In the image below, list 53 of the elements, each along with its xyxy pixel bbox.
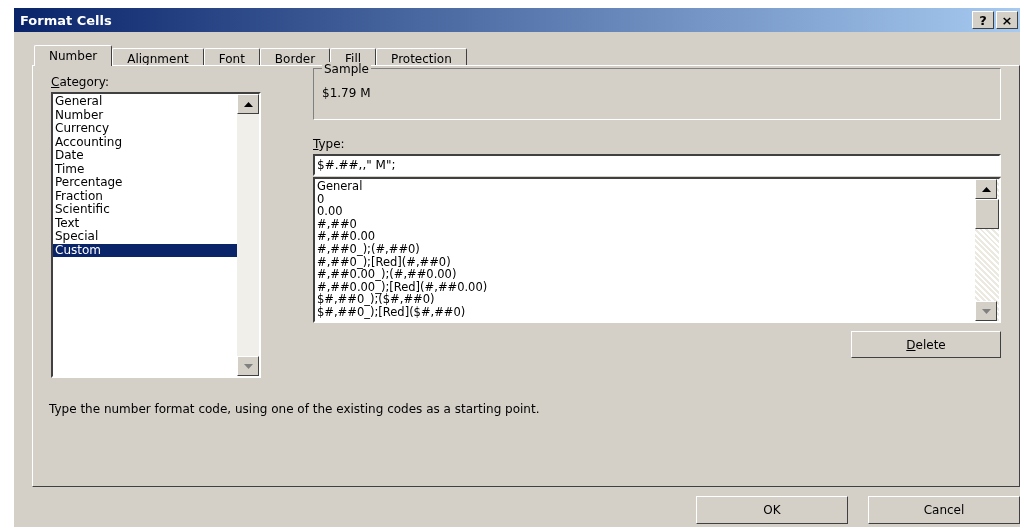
format-item[interactable]: #,##0.00 [315, 230, 975, 243]
tab[interactable]: Font [203, 48, 260, 65]
scroll-thumb[interactable] [975, 199, 999, 229]
close-button[interactable]: × [996, 11, 1018, 29]
scrollbar[interactable] [975, 179, 999, 321]
category-list[interactable]: General Number Currency Accounting Date Time Percentage Fraction Scientific Text Special Custom [51, 92, 261, 378]
tab[interactable]: Border [259, 48, 331, 65]
cancel-button[interactable]: Cancel [868, 496, 1020, 524]
type-input[interactable]: $#.##,," M"; [313, 154, 1001, 176]
format-item[interactable]: General [315, 180, 975, 193]
scrollbar[interactable] [237, 94, 259, 376]
type-label: Type: [313, 136, 345, 152]
scroll-down-button[interactable] [237, 356, 259, 376]
category-item[interactable]: Custom [53, 243, 237, 257]
format-list[interactable]: General 0 0.00 #,##0 #,##0.00 #,##0_);(#,##0) #,##0_);[Red](#,##0) #,##0.00_);(#,##0.00) #,##0.00_);[Red](#,##0.00) $#,##0_);($#,##0) $#,##0_);[Red]($#,##0) [313, 177, 1001, 323]
scroll-up-button[interactable] [237, 94, 259, 114]
scroll-up-button[interactable] [975, 179, 997, 199]
category-item[interactable]: Fraction [53, 189, 237, 203]
category-item[interactable]: Date [53, 149, 237, 163]
format-item[interactable]: 0 [315, 192, 975, 206]
window-title: Format Cells [20, 12, 113, 28]
up-arrow-icon [981, 186, 991, 192]
category-item[interactable]: Scientific [53, 203, 237, 217]
scroll-down-button[interactable] [975, 301, 997, 321]
down-arrow-icon [981, 308, 991, 314]
up-arrow-icon [243, 101, 253, 107]
category-item[interactable]: Number [53, 108, 237, 122]
category-item[interactable]: Time [53, 162, 237, 176]
category-label: Category: [51, 74, 109, 90]
category-item[interactable]: Special [53, 230, 237, 244]
ok-button[interactable]: OK [696, 496, 848, 524]
category-item[interactable]: Text [53, 216, 237, 230]
category-item[interactable]: Percentage [53, 176, 237, 190]
category-item[interactable]: Accounting [53, 135, 237, 149]
format-item[interactable]: #,##0 [315, 217, 975, 231]
format-item[interactable]: #,##0_);[Red](#,##0) [315, 255, 975, 269]
format-item[interactable]: #,##0.00_);(#,##0.00) [315, 268, 975, 281]
delete-button[interactable]: Delete [851, 331, 1001, 358]
category-item[interactable]: Currency [53, 122, 237, 136]
sample-label: Sample [322, 62, 371, 76]
tab[interactable]: Number [34, 45, 113, 66]
help-button[interactable]: ? [972, 11, 994, 29]
format-item[interactable]: $#,##0_);($#,##0) [315, 293, 975, 306]
tab[interactable]: Protection [376, 48, 467, 65]
sample-value: $1.79 M [322, 86, 371, 100]
format-item[interactable]: #,##0.00_);[Red](#,##0.00) [315, 280, 975, 294]
tab[interactable]: Alignment [112, 48, 204, 65]
format-item[interactable]: #,##0_);(#,##0) [315, 242, 975, 256]
down-arrow-icon [243, 363, 253, 369]
format-item[interactable]: $#,##0_);[Red]($#,##0) [315, 305, 975, 319]
format-item[interactable]: 0.00 [315, 205, 975, 218]
description-text: Type the number format code, using one of the existing codes as a starting point. [49, 402, 540, 416]
category-item[interactable]: General [53, 95, 237, 109]
